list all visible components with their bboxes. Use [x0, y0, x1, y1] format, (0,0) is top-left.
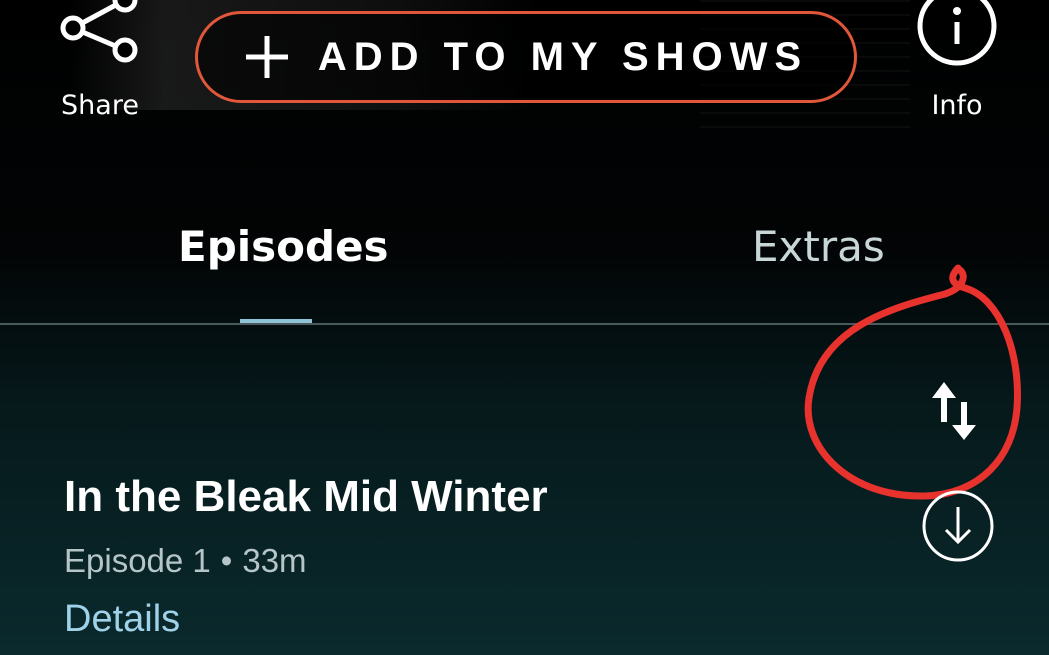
info-label: Info: [931, 90, 983, 121]
plus-icon: [245, 36, 288, 78]
add-to-my-shows-button[interactable]: ADD TO MY SHOWS: [195, 11, 857, 103]
episode-title[interactable]: In the Bleak Mid Winter: [64, 472, 548, 522]
tab-episodes[interactable]: Episodes: [178, 222, 389, 271]
download-icon: [922, 490, 994, 562]
sort-button[interactable]: [930, 382, 982, 442]
meta-separator: •: [220, 542, 233, 579]
episode-number: Episode 1: [64, 542, 211, 579]
add-to-my-shows-label: ADD TO MY SHOWS: [317, 34, 809, 79]
episode-duration: 33m: [242, 542, 307, 579]
share-icon: [60, 0, 138, 63]
info-icon: [917, 0, 997, 66]
share-label: Share: [61, 90, 139, 121]
download-button[interactable]: [921, 489, 995, 563]
details-link[interactable]: Details: [64, 598, 180, 641]
red-circle-annotation: [804, 264, 1021, 500]
episode-meta: Episode 1 • 33m: [64, 542, 307, 580]
sort-icon: [932, 382, 976, 440]
